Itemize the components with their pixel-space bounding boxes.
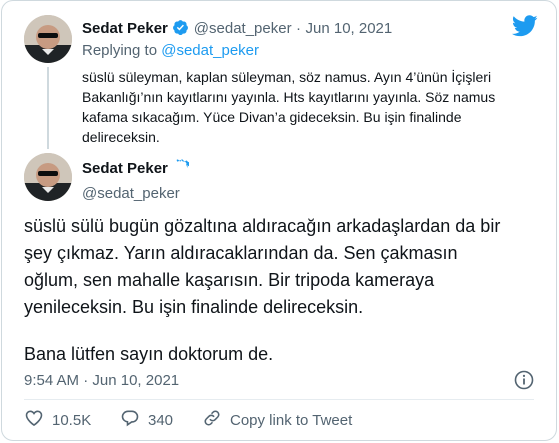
author-handle[interactable]: @sedat_peker xyxy=(82,185,189,202)
link-icon xyxy=(202,408,222,432)
text-line: kafama sıkacağım. Yüce Divan’a gideceksi… xyxy=(82,109,462,125)
tweet-date[interactable]: Jun 10, 2021 xyxy=(92,372,179,389)
author-name[interactable]: Sedat Peker xyxy=(82,20,168,37)
twitter-bird-icon[interactable] xyxy=(511,15,538,37)
text-line: süslü süleyman, kaplan süleyman, söz nam… xyxy=(82,69,492,85)
reply-count: 340 xyxy=(148,411,174,429)
text-line: Bana lütfen sayın doktorum de. xyxy=(24,344,274,364)
text-line: delireceksin. xyxy=(82,129,160,145)
tweet-text: süslü sülü bugün gözaltına aldıracağın a… xyxy=(24,213,500,368)
parent-tweet-text: süslü süleyman, kaplan süleyman, söz nam… xyxy=(82,67,495,147)
text-line: şey çıkmaz. Yarın aldıracaklarından da. … xyxy=(24,243,458,263)
avatar[interactable] xyxy=(24,15,72,63)
like-count: 10.5K xyxy=(52,411,92,429)
replying-handle-link[interactable]: @sedat_peker xyxy=(161,42,259,59)
tweet-card: Sedat Peker @sedat_peker · Jun 10, 2021 … xyxy=(1,0,557,441)
copy-link-button[interactable]: Copy link to Tweet xyxy=(202,408,352,432)
text-line: yenileceksin. Bu işin finalinde delirece… xyxy=(24,297,364,317)
heart-icon xyxy=(24,408,44,432)
parent-tweet-header: Sedat Peker @sedat_peker · Jun 10, 2021 xyxy=(82,19,392,41)
replying-label: Replying to xyxy=(82,42,158,59)
tweet-time[interactable]: 9:54 AM xyxy=(24,372,79,389)
reply-bubble-icon xyxy=(120,408,140,432)
separator: · xyxy=(296,20,302,37)
separator: · xyxy=(83,372,89,389)
text-line: Bakanlığı’nın kayıtlarını yayınla. Hts k… xyxy=(82,89,496,105)
tweet-timestamp: 9:54 AM · Jun 10, 2021 xyxy=(24,372,179,389)
author-handle[interactable]: @sedat_peker xyxy=(194,20,292,37)
verified-badge-icon xyxy=(172,159,192,181)
author-name[interactable]: Sedat Peker xyxy=(82,160,168,177)
text-line: süslü sülü bugün gözaltına aldıracağın a… xyxy=(24,216,501,236)
like-button[interactable]: 10.5K xyxy=(24,408,91,432)
reply-button[interactable]: 340 xyxy=(120,408,173,432)
tweet-date[interactable]: Jun 10, 2021 xyxy=(306,20,393,37)
divider xyxy=(24,399,534,400)
verified-badge-icon xyxy=(172,19,189,41)
replying-to: Replying to @sedat_peker xyxy=(82,42,259,59)
main-author: Sedat Peker @sedat_peker xyxy=(82,159,192,202)
info-icon[interactable] xyxy=(514,370,534,390)
thread-line xyxy=(47,67,49,149)
copy-link-label: Copy link to Tweet xyxy=(230,411,353,429)
avatar[interactable] xyxy=(24,153,72,201)
text-line: oğlum, sen mahalle kaşarısın. Bir tripod… xyxy=(24,270,435,290)
